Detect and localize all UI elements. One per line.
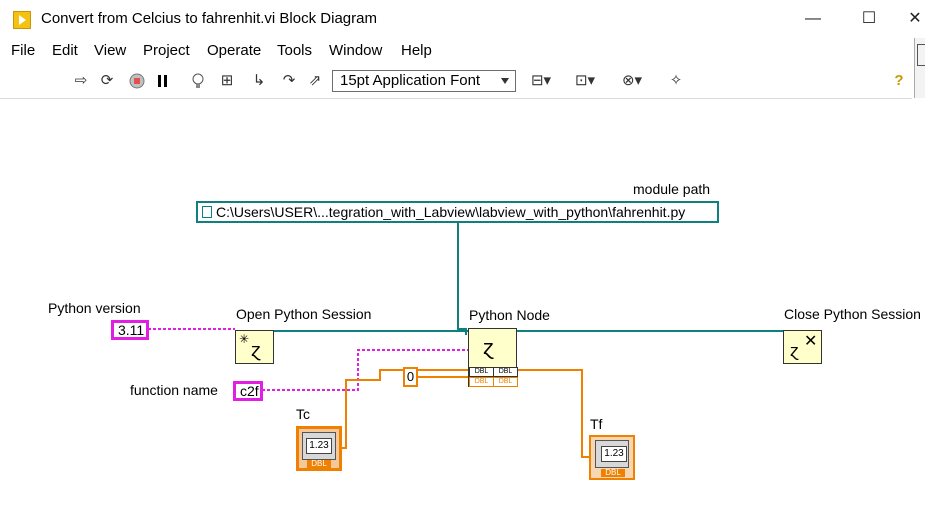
context-help-icon[interactable]: ? [890, 72, 908, 90]
menu-file[interactable]: File [11, 42, 35, 59]
python-node-input-dbl-2: DBL [469, 377, 494, 387]
menu-project[interactable]: Project [143, 42, 190, 59]
close-button[interactable]: ✕ [905, 6, 925, 32]
window-title: Convert from Celcius to fahrenhit.vi Blo… [41, 10, 377, 27]
maximize-button[interactable]: ☐ [849, 6, 889, 32]
zero-constant[interactable]: 0 [403, 367, 418, 387]
tc-type-tag: DBL [307, 460, 331, 468]
labview-app-icon [13, 11, 31, 29]
tf-wire [517, 369, 594, 458]
module-path-wire [457, 223, 467, 335]
highlight-execution-icon[interactable] [189, 72, 207, 90]
module-path-label: module path [633, 181, 711, 197]
menu-view[interactable]: View [94, 42, 126, 59]
function-name-constant[interactable]: c2f [233, 381, 263, 401]
step-over-icon[interactable]: ↷ [280, 72, 298, 90]
python-logo-icon: ɀ [251, 340, 261, 361]
toolbar: ⇨ ⟳ ⊞ ↳ ↷ ⇗ 15pt Application Font ⊟▾ ⊡▾ … [0, 64, 912, 99]
tc-terminal-body: 1.23 [302, 432, 336, 460]
python-version-label: Python version [48, 300, 141, 316]
python-version-constant[interactable]: 3.11 [111, 320, 149, 340]
module-path-constant[interactable]: C:\Users\USER\...tegration_with_Labview\… [196, 201, 719, 223]
sparkle-icon: ✳ [239, 332, 250, 346]
module-path-value: C:\Users\USER\...tegration_with_Labview\… [216, 204, 686, 220]
tf-label: Tf [590, 416, 603, 432]
menu-window[interactable]: Window [329, 42, 382, 59]
run-arrow-icon[interactable]: ⇨ [72, 72, 90, 90]
open-python-session-node[interactable]: ✳ ɀ [235, 330, 274, 364]
python-node-input-dbl: DBL [469, 367, 494, 377]
tf-value: 1.23 [601, 446, 627, 462]
tf-terminal-body: 1.23 [595, 440, 629, 468]
distribute-objects-icon[interactable]: ⊡▾ [570, 72, 600, 90]
menu-tools[interactable]: Tools [277, 42, 312, 59]
tc-label: Tc [296, 406, 310, 422]
font-selector[interactable]: 15pt Application Font [332, 70, 516, 92]
python-node-output-dbl: DBL [493, 367, 518, 377]
pause-icon[interactable] [154, 72, 172, 90]
python-logo-icon: ɀ [483, 335, 494, 359]
menu-operate[interactable]: Operate [207, 42, 261, 59]
retain-wire-values-icon[interactable]: ⊞ [218, 72, 236, 90]
python-logo-icon: ɀ [790, 341, 799, 360]
minimize-button[interactable]: — [793, 6, 833, 32]
function-name-label: function name [130, 382, 218, 398]
chevron-down-icon [501, 78, 509, 84]
menu-help[interactable]: Help [401, 42, 432, 59]
menu-edit[interactable]: Edit [52, 42, 78, 59]
reorder-icon[interactable]: ⊗▾ [616, 72, 648, 90]
path-icon [202, 206, 212, 218]
abort-icon[interactable] [128, 72, 146, 90]
close-x-icon: ✕ [804, 331, 818, 350]
python-node-label: Python Node [469, 307, 550, 323]
font-selector-value: 15pt Application Font [340, 72, 481, 89]
front-panel-scroll-edge [914, 38, 925, 98]
title-bar: Convert from Celcius to fahrenhit.vi Blo… [0, 0, 925, 38]
open-session-label: Open Python Session [236, 306, 372, 322]
step-into-icon[interactable]: ↳ [250, 72, 268, 90]
run-continuously-icon[interactable]: ⟳ [98, 72, 116, 90]
tf-indicator-terminal[interactable]: 1.23 DBL [589, 435, 635, 480]
close-session-label: Close Python Session [784, 306, 921, 322]
tc-value: 1.23 [306, 438, 332, 454]
step-out-icon[interactable]: ⇗ [306, 72, 324, 90]
cleanup-diagram-icon[interactable]: ✧ [663, 72, 689, 90]
block-diagram[interactable]: module path C:\Users\USER\...tegration_w… [0, 99, 925, 509]
menu-bar: File Edit View Project Operate Tools Win… [0, 38, 912, 64]
align-objects-icon[interactable]: ⊟▾ [527, 72, 555, 90]
python-node[interactable]: ɀ DBL DBL DBL DBL [468, 328, 518, 387]
tc-control-terminal[interactable]: 1.23 DBL [296, 426, 342, 471]
tf-type-tag: DBL [601, 469, 625, 477]
close-python-session-node[interactable]: ɀ ✕ [783, 330, 822, 364]
python-node-output-dbl-2: DBL [493, 377, 518, 387]
